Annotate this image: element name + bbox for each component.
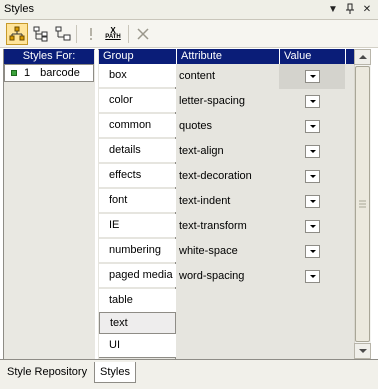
pin-icon xyxy=(346,3,354,14)
chevron-up-icon xyxy=(358,55,367,59)
column-header-filler xyxy=(346,49,354,64)
group-item-table[interactable]: table xyxy=(99,289,176,312)
value-cell-text-indent[interactable] xyxy=(279,189,345,214)
toolbar-separator xyxy=(128,25,129,43)
chevron-down-icon xyxy=(358,349,367,353)
panel-title-bar xyxy=(0,0,378,20)
attribute-text-indent[interactable]: text-indent xyxy=(177,189,279,214)
tab-styles[interactable]: Styles xyxy=(94,362,136,383)
value-dropdown-button[interactable] xyxy=(305,195,320,208)
hierarchy-view-icon xyxy=(9,26,25,41)
value-cell-word-spacing[interactable] xyxy=(279,264,345,289)
styles-for-panel xyxy=(3,49,95,359)
styles-for-item-index: 1 xyxy=(24,67,31,79)
attribute-quotes[interactable]: quotes xyxy=(177,114,279,139)
scroll-up-button[interactable] xyxy=(354,49,371,65)
attribute-white-space[interactable]: white-space xyxy=(177,239,279,264)
toolbar-separator xyxy=(76,25,77,43)
scroll-down-button[interactable] xyxy=(354,343,371,359)
column-header-group[interactable]: Group xyxy=(99,49,177,64)
value-cell-text-decoration[interactable] xyxy=(279,164,345,189)
value-dropdown-button[interactable] xyxy=(305,95,320,108)
clear-button[interactable] xyxy=(132,23,154,45)
group-item-color[interactable]: color xyxy=(99,89,176,112)
dropdown-arrow-icon xyxy=(309,150,316,153)
tree-view-alt-icon xyxy=(55,26,71,41)
warning-button[interactable] xyxy=(80,23,102,45)
attribute-content[interactable]: content xyxy=(177,64,279,89)
dropdown-arrow-icon xyxy=(309,125,316,128)
group-item-box[interactable]: box xyxy=(99,64,176,87)
styles-for-header: Styles For: xyxy=(4,49,94,64)
value-cell-content[interactable] xyxy=(279,64,345,89)
group-item-font[interactable]: font xyxy=(99,189,176,212)
dropdown-arrow-icon xyxy=(309,100,316,103)
column-header-attribute[interactable]: Attribute xyxy=(177,49,279,64)
value-dropdown-button[interactable] xyxy=(305,70,320,83)
group-item-effects[interactable]: effects xyxy=(99,164,176,187)
panel-menu-button[interactable]: ▼ xyxy=(326,3,340,17)
xpath-icon: X PATH xyxy=(105,26,121,41)
styles-for-item-label: barcode xyxy=(40,67,80,79)
value-cell-text-transform[interactable] xyxy=(279,214,345,239)
panel-title: Styles xyxy=(4,3,34,15)
scrollbar-thumb[interactable] xyxy=(355,66,370,342)
attribute-text-transform[interactable]: text-transform xyxy=(177,214,279,239)
attribute-letter-spacing[interactable]: letter-spacing xyxy=(177,89,279,114)
dropdown-arrow-icon xyxy=(309,225,316,228)
group-item-paged-media[interactable]: paged media xyxy=(99,264,176,287)
group-item-ui[interactable]: UI xyxy=(99,334,176,358)
cross-icon xyxy=(137,28,149,40)
dropdown-arrow-icon xyxy=(309,175,316,178)
tab-style-repository[interactable]: Style Repository xyxy=(2,362,92,383)
tree-view-button[interactable] xyxy=(30,23,52,45)
value-dropdown-button[interactable] xyxy=(305,120,320,133)
close-icon: ✕ xyxy=(362,4,372,15)
attribute-text-align[interactable]: text-align xyxy=(177,139,279,164)
attribute-word-spacing[interactable]: word-spacing xyxy=(177,264,279,289)
value-dropdown-button[interactable] xyxy=(305,220,320,233)
dropdown-arrow-icon xyxy=(309,275,316,278)
dropdown-arrow-icon xyxy=(309,75,316,78)
value-cell-white-space[interactable] xyxy=(279,239,345,264)
column-header-value[interactable]: Value xyxy=(280,49,345,64)
group-item-common[interactable]: common xyxy=(99,114,176,137)
value-cell-text-align[interactable] xyxy=(279,139,345,164)
element-status-icon xyxy=(11,70,17,76)
group-item-details[interactable]: details xyxy=(99,139,176,162)
value-dropdown-button[interactable] xyxy=(305,145,320,158)
group-item-text[interactable]: text xyxy=(99,312,176,334)
panel-pin-button[interactable] xyxy=(343,3,357,17)
value-dropdown-button[interactable] xyxy=(305,245,320,258)
grip-icon xyxy=(359,200,366,208)
exclamation-icon xyxy=(90,28,92,40)
xpath-button[interactable]: X PATH xyxy=(102,23,124,45)
tree-view-icon xyxy=(33,26,48,42)
value-cell-quotes[interactable] xyxy=(279,114,345,139)
styles-for-item[interactable]: 1 barcode xyxy=(4,64,94,82)
group-item-numbering[interactable]: numbering xyxy=(99,239,176,262)
dropdown-arrow-icon: ▼ xyxy=(328,4,338,15)
value-cell-letter-spacing[interactable] xyxy=(279,89,345,114)
dropdown-arrow-icon xyxy=(309,200,316,203)
group-item-ie[interactable]: IE xyxy=(99,214,176,237)
dropdown-arrow-icon xyxy=(309,250,316,253)
value-dropdown-button[interactable] xyxy=(305,270,320,283)
tree-view-alt-button[interactable] xyxy=(52,23,74,45)
panel-close-button[interactable]: ✕ xyxy=(360,3,374,17)
hierarchy-view-button[interactable] xyxy=(6,23,28,45)
value-dropdown-button[interactable] xyxy=(305,170,320,183)
attribute-text-decoration[interactable]: text-decoration xyxy=(177,164,279,189)
